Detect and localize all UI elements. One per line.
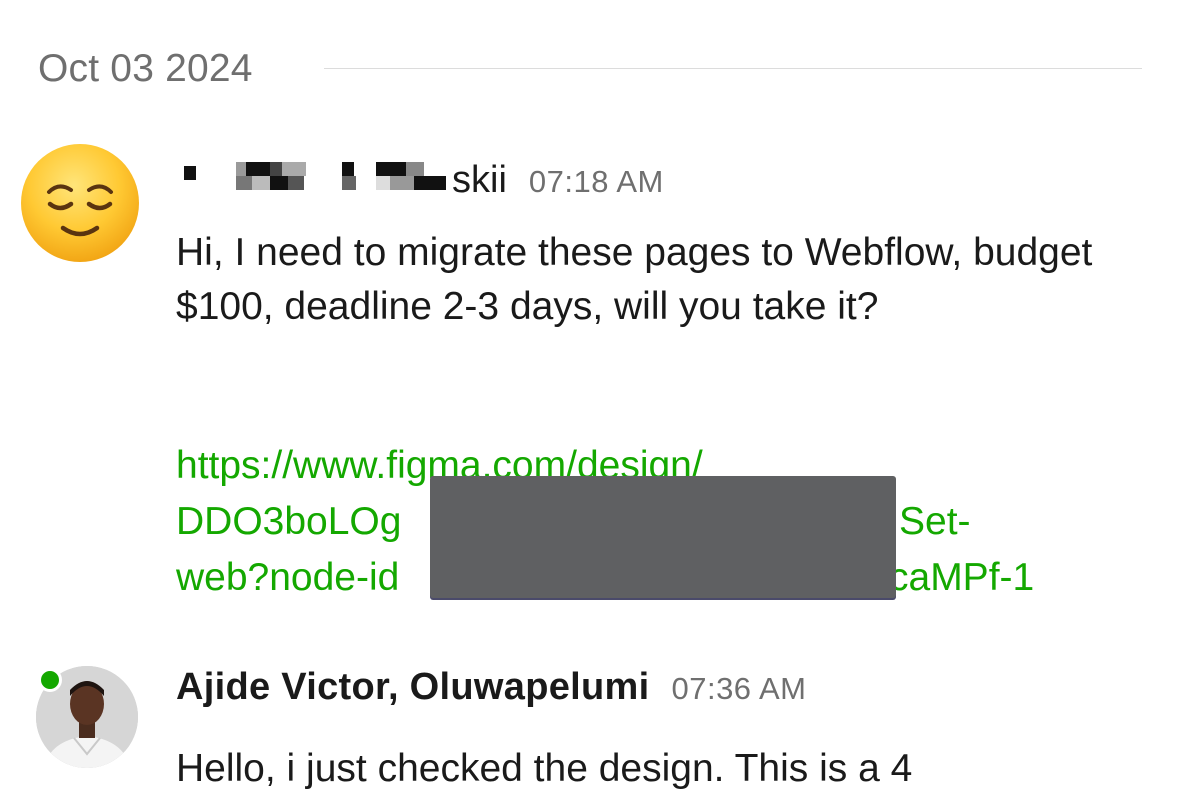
message-timestamp: 07:18 AM [528,164,664,199]
relieved-face-emoji-icon[interactable] [19,142,141,264]
link-fragment[interactable]: caMPf-1 [889,550,1034,606]
redaction-overlay [430,476,896,598]
date-label: Oct 03 2024 [38,47,253,90]
sender-name[interactable]: Ajide Victor, Oluwapelumi [176,666,649,709]
online-status-indicator [38,668,62,692]
message-timestamp: 07:36 AM [671,671,807,706]
message-text: Hi, I need to migrate these pages to Web… [176,231,1093,328]
link-fragment[interactable]: DDO3boLOg [176,500,401,543]
date-divider-line [324,68,1142,69]
message-header: skii 07:18 AM [176,152,664,202]
message-text: Hello, i just checked the design. This i… [176,747,913,790]
sender-name[interactable]: skii [452,159,507,202]
link-fragment[interactable]: Set- [899,494,971,550]
date-separator: Oct 03 2024 [38,44,1142,94]
link-fragment[interactable]: web?node-id [176,556,399,599]
message-header: Ajide Victor, Oluwapelumi 07:36 AM [176,666,806,716]
redacted-sender-name [176,152,452,192]
